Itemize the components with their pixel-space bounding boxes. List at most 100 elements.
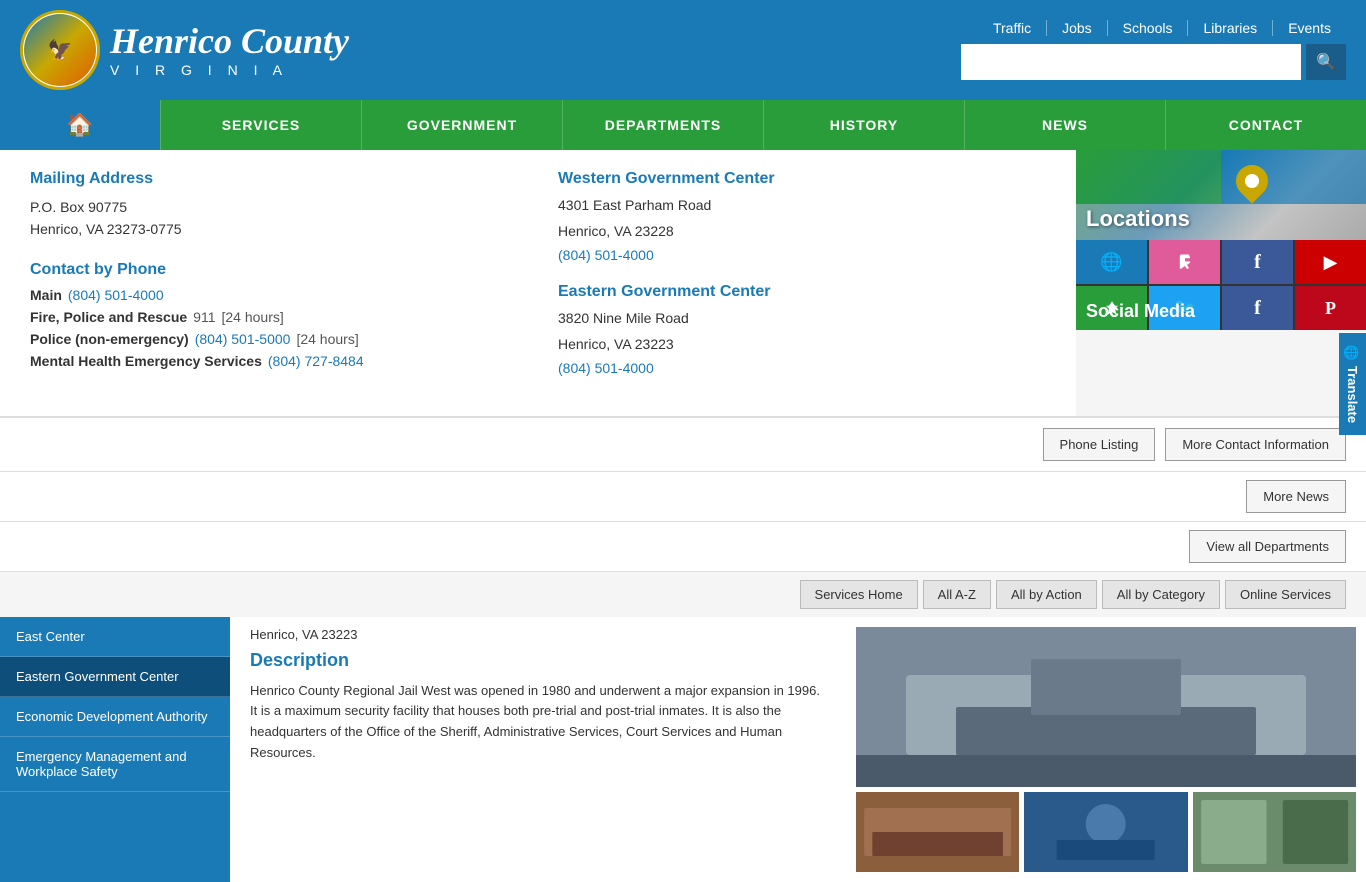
phone-row-mental: Mental Health Emergency Services (804) 7…	[30, 353, 518, 369]
phone-number-police[interactable]: (804) 501-5000	[195, 331, 291, 347]
subnav-services-home[interactable]: Services Home	[800, 580, 918, 609]
phone-label-police: Police (non-emergency)	[30, 331, 189, 347]
phone-note-police: [24 hours]	[296, 331, 358, 347]
photo-thumbs	[856, 792, 1356, 872]
virginia-label: V I R G I N I A	[110, 62, 349, 78]
social-youtube-icon[interactable]: ▶	[1295, 240, 1366, 284]
western-center-block: Western Government Center 4301 East Parh…	[558, 170, 1046, 263]
nav-government[interactable]: GOVERNMENT	[361, 100, 562, 150]
nav-bar: 🏠 SERVICES GOVERNMENT DEPARTMENTS HISTOR…	[0, 100, 1366, 150]
dept-subnav: Services Home All A-Z All by Action All …	[0, 571, 1366, 617]
western-address2: Henrico, VA 23228	[558, 220, 1046, 242]
more-news-button[interactable]: More News	[1246, 480, 1346, 513]
phone-heading: Contact by Phone	[30, 261, 518, 279]
phone-listing-button[interactable]: Phone Listing	[1043, 428, 1156, 461]
eastern-phone[interactable]: (804) 501-4000	[558, 360, 654, 376]
phone-row-fire: Fire, Police and Rescue 911 [24 hours]	[30, 309, 518, 325]
contact-buttons-row: Phone Listing More Contact Information	[0, 417, 1366, 471]
contact-section: Mailing Address P.O. Box 90775 Henrico, …	[0, 150, 1076, 416]
phone-label-fire: Fire, Police and Rescue	[30, 309, 187, 325]
photo-gallery	[846, 617, 1366, 882]
view-all-depts-button[interactable]: View all Departments	[1189, 530, 1346, 563]
mailing-line2: Henrico, VA 23273-0775	[30, 218, 518, 240]
traffic-link[interactable]: Traffic	[978, 20, 1047, 36]
contact-panel-row: Mailing Address P.O. Box 90775 Henrico, …	[0, 150, 1366, 417]
social-media-label: Social Media	[1086, 301, 1195, 322]
translate-label: Translate	[1345, 366, 1360, 423]
contact-left: Mailing Address P.O. Box 90775 Henrico, …	[30, 170, 518, 396]
departments-section: View all Departments	[0, 521, 1366, 571]
nav-services[interactable]: SERVICES	[160, 100, 361, 150]
western-address1: 4301 East Parham Road	[558, 194, 1046, 216]
contact-right: Western Government Center 4301 East Parh…	[558, 170, 1046, 396]
translate-icon: 🌐	[1345, 345, 1360, 361]
jobs-link[interactable]: Jobs	[1047, 20, 1108, 36]
social-foursquare-icon[interactable]	[1149, 240, 1220, 284]
phone-row-police: Police (non-emergency) (804) 501-5000 [2…	[30, 331, 518, 347]
social-facebook2-icon[interactable]: f	[1222, 286, 1293, 330]
mailing-line1: P.O. Box 90775	[30, 196, 518, 218]
county-name: Henrico County	[110, 22, 349, 62]
sidebar-item-eastern-gov[interactable]: Eastern Government Center	[0, 657, 230, 697]
top-links: Traffic Jobs Schools Libraries Events	[978, 20, 1346, 36]
western-heading[interactable]: Western Government Center	[558, 170, 1046, 188]
sidebar-item-economic-dev[interactable]: Economic Development Authority	[0, 697, 230, 737]
thumb1-svg	[856, 792, 1019, 872]
nav-history[interactable]: HISTORY	[763, 100, 964, 150]
thumb3-svg	[1193, 792, 1356, 872]
nav-departments[interactable]: DEPARTMENTS	[562, 100, 763, 150]
phone-note-fire: [24 hours]	[222, 309, 284, 325]
phone-row-main: Main (804) 501-4000	[30, 287, 518, 303]
translate-widget[interactable]: 🌐 Translate	[1339, 333, 1366, 435]
nav-home-button[interactable]: 🏠	[0, 100, 160, 150]
social-facebook-icon[interactable]: f	[1222, 240, 1293, 284]
content-area: Henrico, VA 23223 Description Henrico Co…	[230, 617, 846, 882]
photo-main	[856, 627, 1356, 787]
left-sidebar: East Center Eastern Government Center Ec…	[0, 617, 230, 882]
social-pinterest-icon[interactable]: P	[1295, 286, 1366, 330]
sidebar-item-emergency-mgmt[interactable]: Emergency Management and Workplace Safet…	[0, 737, 230, 792]
thumb2-svg	[1024, 792, 1187, 872]
events-link[interactable]: Events	[1273, 20, 1346, 36]
phone-number-main[interactable]: (804) 501-4000	[68, 287, 164, 303]
search-input[interactable]	[961, 44, 1301, 80]
social-globe-icon[interactable]: 🌐	[1076, 240, 1147, 284]
sidebar-item-east-center[interactable]: East Center	[0, 617, 230, 657]
photo-thumb-1[interactable]	[856, 792, 1019, 872]
description-text: Henrico County Regional Jail West was op…	[250, 681, 826, 764]
locations-image-box[interactable]: Locations	[1076, 150, 1366, 240]
phone-label-main: Main	[30, 287, 62, 303]
western-phone[interactable]: (804) 501-4000	[558, 247, 654, 263]
mailing-address: P.O. Box 90775 Henrico, VA 23273-0775	[30, 196, 518, 241]
lower-section: East Center Eastern Government Center Ec…	[0, 617, 1366, 882]
right-sidebar: Locations 🌐 f ▶ 🐦 f P Social Media	[1076, 150, 1366, 416]
eastern-address1: 3820 Nine Mile Road	[558, 307, 1046, 329]
subnav-all-category[interactable]: All by Category	[1102, 580, 1220, 609]
eastern-heading[interactable]: Eastern Government Center	[558, 283, 1046, 301]
phone-section: Contact by Phone Main (804) 501-4000 Fir…	[30, 261, 518, 369]
contact-grid: Mailing Address P.O. Box 90775 Henrico, …	[30, 170, 1046, 396]
libraries-link[interactable]: Libraries	[1188, 20, 1273, 36]
description-heading: Description	[250, 650, 826, 671]
photo-thumb-2[interactable]	[1024, 792, 1187, 872]
eastern-center-block: Eastern Government Center 3820 Nine Mile…	[558, 283, 1046, 376]
nav-news[interactable]: NEWS	[964, 100, 1165, 150]
subnav-online-services[interactable]: Online Services	[1225, 580, 1346, 609]
county-seal: 🦅	[20, 10, 100, 90]
eastern-address2: Henrico, VA 23223	[558, 333, 1046, 355]
photo-thumb-3[interactable]	[1193, 792, 1356, 872]
subnav-all-action[interactable]: All by Action	[996, 580, 1097, 609]
phone-number-fire: 911	[193, 309, 215, 325]
subnav-all-az[interactable]: All A-Z	[923, 580, 991, 609]
phone-number-mental[interactable]: (804) 727-8484	[268, 353, 364, 369]
news-section: More News	[0, 471, 1366, 521]
content-address: Henrico, VA 23223	[250, 627, 826, 642]
search-button[interactable]: 🔍	[1306, 44, 1346, 80]
logo-area: 🦅 Henrico County V I R G I N I A	[20, 10, 349, 90]
phone-label-mental: Mental Health Emergency Services	[30, 353, 262, 369]
more-contact-button[interactable]: More Contact Information	[1165, 428, 1346, 461]
schools-link[interactable]: Schools	[1108, 20, 1189, 36]
top-right: Traffic Jobs Schools Libraries Events 🔍	[961, 20, 1346, 80]
top-bar: 🦅 Henrico County V I R G I N I A Traffic…	[0, 0, 1366, 100]
nav-contact[interactable]: CONTACT	[1165, 100, 1366, 150]
